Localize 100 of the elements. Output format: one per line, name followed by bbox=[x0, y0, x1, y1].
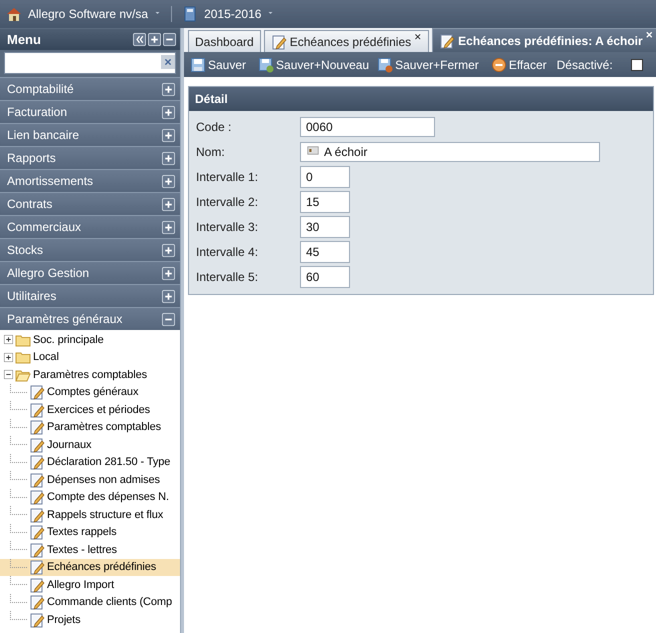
expand-section-icon[interactable] bbox=[162, 266, 175, 280]
field-label: Intervalle 4: bbox=[196, 244, 260, 258]
menu-section[interactable]: Rapports bbox=[0, 146, 180, 169]
collapse-node-icon[interactable] bbox=[4, 370, 13, 380]
fiscal-year-menu[interactable]: 2015-2016 bbox=[204, 7, 262, 21]
document-edit-icon bbox=[29, 419, 45, 436]
tree-item[interactable]: Soc. principale bbox=[0, 331, 180, 348]
document-edit-icon bbox=[29, 576, 45, 593]
menu-section[interactable]: Amortissements bbox=[0, 169, 180, 192]
clear-icon bbox=[161, 53, 175, 71]
tab[interactable]: Echéances prédéfinies: A échoir ✕ bbox=[432, 28, 656, 52]
collapse-section-icon[interactable] bbox=[162, 312, 175, 326]
tree-item[interactable]: Journaux bbox=[0, 436, 180, 454]
field-label: Intervalle 2: bbox=[196, 194, 260, 208]
field-label: Nom: bbox=[196, 144, 226, 158]
input-field[interactable]: 0 bbox=[300, 166, 350, 188]
caret-icon bbox=[154, 12, 162, 16]
tree-item[interactable]: Allegro Import bbox=[0, 576, 180, 594]
document-edit-icon bbox=[29, 559, 45, 576]
flag-icon bbox=[306, 146, 320, 158]
expand-section-icon[interactable] bbox=[162, 244, 175, 256]
menu-section[interactable]: Utilitaires bbox=[0, 284, 180, 307]
toolbar-button[interactable]: Sauver+Fermer bbox=[375, 57, 481, 73]
menu-section[interactable]: Contrats bbox=[0, 192, 180, 215]
menu-title: Menu bbox=[7, 32, 42, 47]
tree-item[interactable]: Local bbox=[0, 348, 180, 366]
field-label: Intervalle 3: bbox=[196, 220, 260, 234]
tab[interactable]: Echéances prédéfinies ✕ bbox=[264, 30, 430, 52]
field-label: Intervalle 1: bbox=[196, 170, 260, 184]
save-remove-icon bbox=[377, 57, 394, 73]
collapse-icon[interactable] bbox=[133, 33, 146, 46]
document-edit-icon bbox=[29, 612, 45, 628]
close-tab-icon[interactable]: ✕ bbox=[414, 32, 422, 42]
panel-title: Détail bbox=[189, 87, 653, 111]
tree-item[interactable]: Projets bbox=[0, 611, 180, 628]
expand-section-icon[interactable] bbox=[162, 82, 175, 96]
close-tab-icon[interactable]: ✕ bbox=[646, 30, 654, 40]
input-field[interactable]: 60 bbox=[300, 266, 350, 288]
document-edit-icon bbox=[29, 384, 45, 400]
expand-section-icon[interactable] bbox=[162, 290, 175, 302]
tree-item[interactable]: Exercices et périodes bbox=[0, 401, 180, 418]
document-edit-icon bbox=[29, 542, 45, 558]
field-label: Code : bbox=[196, 120, 232, 134]
toolbar-button[interactable]: Sauver bbox=[188, 57, 248, 73]
tree-item[interactable]: Compte des dépenses N. bbox=[0, 488, 180, 506]
toolbar-button[interactable]: Sauver+Nouveau bbox=[256, 57, 372, 73]
book-icon bbox=[182, 6, 198, 22]
input-field[interactable]: A échoir bbox=[300, 142, 600, 162]
edit-document-icon bbox=[270, 34, 287, 50]
disabled-label: Désactivé: bbox=[556, 58, 613, 72]
tree-item[interactable]: Paramètres comptables bbox=[0, 366, 180, 384]
tree-item[interactable]: Echéances prédéfinies bbox=[0, 558, 180, 576]
document-edit-icon bbox=[29, 489, 45, 506]
menu-section[interactable]: Commerciaux bbox=[0, 215, 180, 238]
plus-icon[interactable] bbox=[148, 33, 161, 46]
tree-item[interactable]: Dépenses non admises bbox=[0, 471, 180, 488]
document-edit-icon bbox=[29, 506, 45, 523]
input-field[interactable]: 15 bbox=[300, 190, 350, 212]
tree-item[interactable]: Rappels structure et flux bbox=[0, 506, 180, 524]
input-field[interactable]: 45 bbox=[300, 240, 350, 262]
menu-section[interactable]: Lien bancaire bbox=[0, 123, 180, 146]
menu-section[interactable]: Stocks bbox=[0, 238, 180, 261]
expand-section-icon[interactable] bbox=[162, 152, 175, 164]
toolbar-button[interactable]: Effacer bbox=[488, 57, 549, 73]
input-field[interactable]: 30 bbox=[300, 216, 350, 238]
minus-icon[interactable] bbox=[163, 33, 176, 46]
expand-section-icon[interactable] bbox=[162, 174, 175, 188]
document-edit-icon bbox=[29, 402, 45, 418]
input-field[interactable]: 0060 bbox=[300, 116, 435, 136]
document-edit-icon bbox=[29, 436, 45, 453]
menu-section[interactable]: Facturation bbox=[0, 100, 180, 123]
field-label: Intervalle 5: bbox=[196, 270, 260, 284]
menu-search-field[interactable] bbox=[4, 52, 176, 74]
company-menu[interactable]: Allegro Software nv/sa bbox=[28, 7, 148, 21]
expand-section-icon[interactable] bbox=[162, 198, 175, 210]
tree-item[interactable]: Textes rappels bbox=[0, 524, 180, 541]
menu-section[interactable]: Allegro Gestion bbox=[0, 261, 180, 284]
tab[interactable]: Dashboard bbox=[188, 30, 261, 52]
document-edit-icon bbox=[29, 594, 45, 610]
menu-section[interactable]: Comptabilité bbox=[0, 77, 180, 100]
document-edit-icon bbox=[29, 524, 45, 540]
tree-item[interactable]: Comptes généraux bbox=[0, 384, 180, 401]
document-edit-icon bbox=[29, 454, 45, 470]
expand-section-icon[interactable] bbox=[162, 128, 175, 142]
minus-circle-icon bbox=[490, 57, 507, 73]
tree-item[interactable]: Textes - lettres bbox=[0, 541, 180, 558]
menu-section[interactable]: Paramètres généraux bbox=[0, 307, 180, 330]
tree-item[interactable]: Déclaration 281.50 - Type bbox=[0, 454, 180, 471]
expand-node-icon[interactable] bbox=[4, 352, 13, 362]
expand-section-icon[interactable] bbox=[162, 220, 175, 234]
tree-item[interactable]: Paramètres comptables bbox=[0, 418, 180, 436]
edit-document-icon bbox=[439, 32, 456, 48]
caret-icon bbox=[267, 12, 274, 16]
save-icon bbox=[190, 57, 206, 73]
tree-item[interactable]: Commande clients (Comp bbox=[0, 594, 180, 611]
house-icon bbox=[6, 6, 22, 22]
expand-node-icon[interactable] bbox=[4, 335, 13, 344]
save-add-icon bbox=[258, 57, 274, 73]
document-edit-icon bbox=[29, 472, 45, 488]
expand-section-icon[interactable] bbox=[162, 106, 175, 118]
